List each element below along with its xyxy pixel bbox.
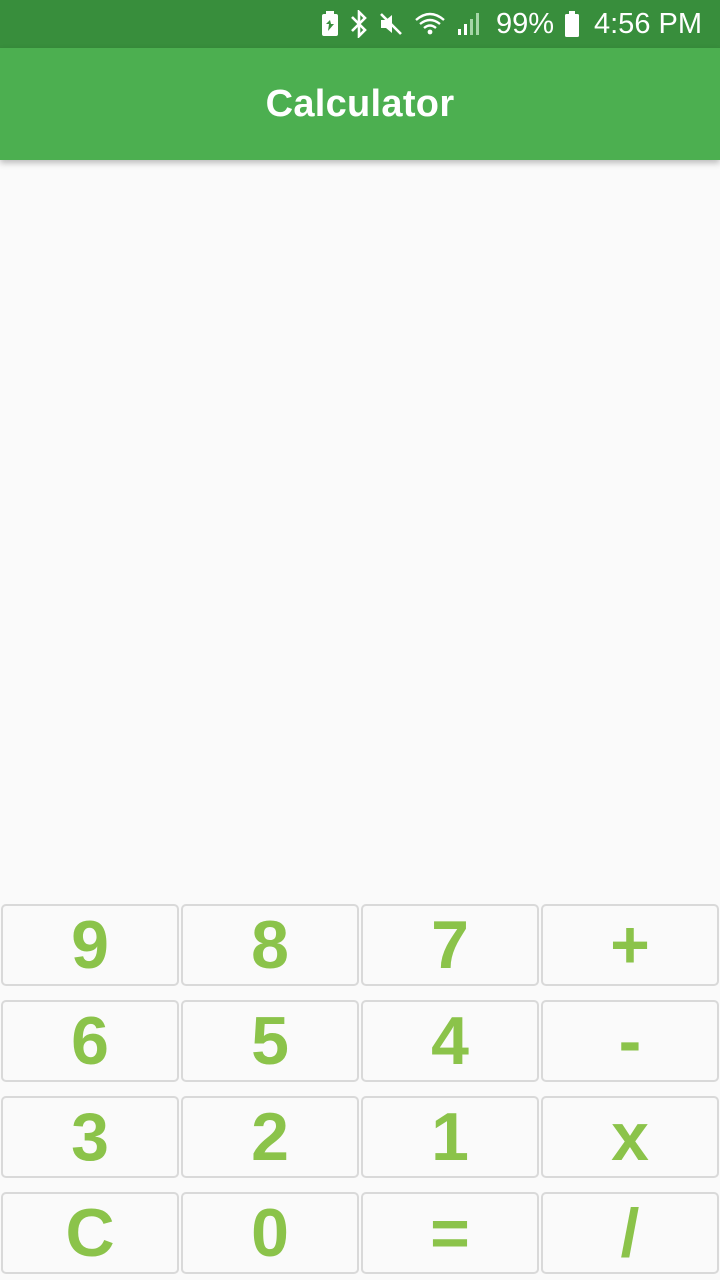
key-4[interactable]: 4 [361, 1000, 539, 1082]
key-minus[interactable]: - [541, 1000, 719, 1082]
key-9[interactable]: 9 [1, 904, 179, 986]
calculator-display [0, 160, 720, 900]
battery-saver-icon [320, 11, 340, 37]
status-icons: 99% 4:56 PM [320, 8, 702, 41]
key-1[interactable]: 1 [361, 1096, 539, 1178]
key-5[interactable]: 5 [181, 1000, 359, 1082]
signal-icon [456, 11, 482, 37]
status-bar: 99% 4:56 PM [0, 0, 720, 48]
wifi-icon [414, 11, 446, 37]
key-divide[interactable]: / [541, 1192, 719, 1274]
key-multiply[interactable]: x [541, 1096, 719, 1178]
battery-icon [564, 10, 580, 38]
mute-icon [378, 11, 404, 37]
clock: 4:56 PM [594, 7, 702, 40]
key-0[interactable]: 0 [181, 1192, 359, 1274]
key-6[interactable]: 6 [1, 1000, 179, 1082]
app-title: Calculator [265, 82, 455, 125]
key-7[interactable]: 7 [361, 904, 539, 986]
keypad: 9 8 7 + 6 5 4 - 3 2 1 x C 0 = / [0, 903, 720, 1275]
key-8[interactable]: 8 [181, 904, 359, 986]
key-equals[interactable]: = [361, 1192, 539, 1274]
key-clear[interactable]: C [1, 1192, 179, 1274]
bluetooth-icon [350, 10, 368, 38]
app-bar: Calculator [0, 48, 720, 160]
key-2[interactable]: 2 [181, 1096, 359, 1178]
key-3[interactable]: 3 [1, 1096, 179, 1178]
key-plus[interactable]: + [541, 904, 719, 986]
battery-percent: 99% [495, 7, 554, 40]
